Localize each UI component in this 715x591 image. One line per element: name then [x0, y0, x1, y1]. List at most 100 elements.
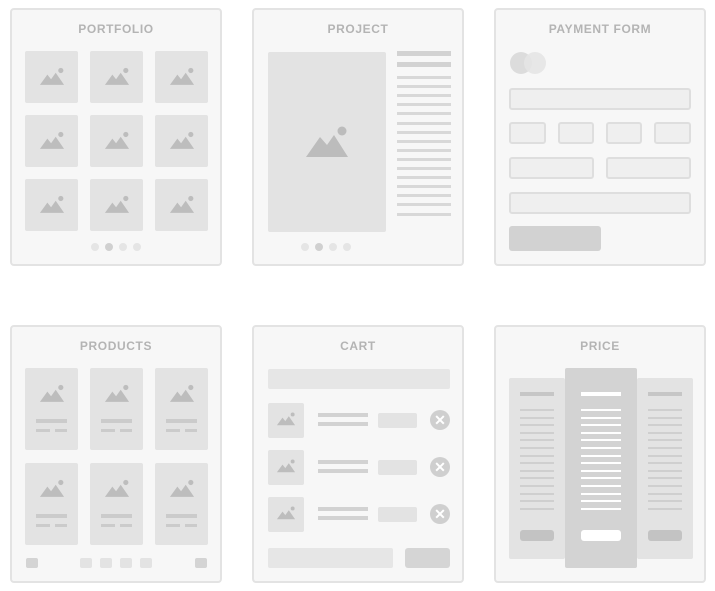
carousel-dot[interactable] — [119, 243, 127, 251]
select-plan-button[interactable] — [520, 530, 554, 541]
quantity-field[interactable] — [378, 413, 417, 428]
product-price-line — [36, 524, 50, 527]
pager-next-button[interactable] — [195, 558, 207, 568]
portfolio-thumbnail[interactable] — [155, 179, 208, 231]
select-plan-button[interactable] — [648, 530, 682, 541]
remove-item-icon[interactable]: ✕ — [430, 504, 450, 524]
text-line — [397, 194, 451, 198]
mountain-image-icon — [306, 126, 348, 157]
mountain-image-icon — [169, 384, 195, 402]
credit-card-circles-icon — [510, 52, 546, 74]
product-tile[interactable] — [90, 368, 143, 450]
cart-item-thumbnail[interactable] — [268, 497, 304, 532]
feature-line — [520, 454, 554, 457]
text-line — [397, 121, 451, 125]
portfolio-thumbnail[interactable] — [25, 115, 78, 167]
feature-line — [581, 507, 621, 510]
mountain-image-icon — [39, 131, 65, 149]
text-line — [397, 157, 451, 161]
card-title: CART — [340, 339, 376, 353]
feature-line — [581, 424, 621, 427]
cart-item-thumbnail[interactable] — [268, 403, 304, 438]
remove-item-icon[interactable]: ✕ — [430, 410, 450, 430]
feature-line — [520, 477, 554, 480]
feature-line — [581, 500, 621, 503]
mountain-image-icon — [104, 67, 130, 85]
product-tile[interactable] — [90, 463, 143, 545]
text-line — [397, 139, 451, 143]
product-price-line — [101, 524, 115, 527]
feature-line — [648, 447, 682, 449]
carousel-dot[interactable] — [315, 243, 323, 251]
pager-page-button[interactable] — [140, 558, 152, 568]
cart-item-thumbnail[interactable] — [268, 450, 304, 485]
pager-page-button[interactable] — [80, 558, 92, 568]
portfolio-thumbnail[interactable] — [155, 115, 208, 167]
feature-line — [520, 439, 554, 442]
text-line — [397, 112, 451, 116]
project-image[interactable] — [268, 52, 386, 232]
feature-line — [648, 462, 682, 465]
mountain-image-icon — [104, 195, 130, 213]
cvc-field[interactable] — [606, 157, 691, 179]
product-tile[interactable] — [155, 463, 208, 545]
feature-line — [581, 469, 621, 472]
feature-line — [520, 485, 554, 487]
feature-line — [581, 439, 621, 442]
portfolio-thumbnail[interactable] — [25, 179, 78, 231]
select-plan-button[interactable] — [581, 530, 621, 541]
feature-line — [520, 507, 554, 510]
carousel-dot[interactable] — [329, 243, 337, 251]
portfolio-thumbnail[interactable] — [90, 51, 143, 103]
text-line — [397, 103, 451, 107]
product-price-line — [166, 524, 180, 527]
product-tile[interactable] — [25, 368, 78, 450]
feature-line — [648, 469, 682, 472]
carousel-dot[interactable] — [133, 243, 141, 251]
feature-line — [520, 409, 554, 411]
feature-line — [581, 485, 621, 487]
product-price-line — [55, 429, 67, 432]
expiry-field[interactable] — [509, 157, 594, 179]
mountain-image-icon — [169, 131, 195, 149]
carousel-dot[interactable] — [301, 243, 309, 251]
checkout-button[interactable] — [405, 548, 450, 568]
portfolio-thumbnail[interactable] — [90, 115, 143, 167]
portfolio-thumbnail[interactable] — [25, 51, 78, 103]
mountain-image-icon — [104, 384, 130, 402]
cart-item-name-line — [318, 516, 368, 520]
card-segment-2-field[interactable] — [558, 122, 594, 144]
carousel-dot[interactable] — [91, 243, 99, 251]
text-line — [397, 85, 451, 89]
quantity-field[interactable] — [378, 460, 417, 475]
mountain-image-icon — [276, 506, 296, 520]
product-price-line — [36, 429, 50, 432]
card-number-field[interactable] — [509, 88, 691, 110]
text-line — [397, 212, 451, 216]
product-name-line — [36, 514, 67, 518]
carousel-dot[interactable] — [105, 243, 113, 251]
card-segment-1-field[interactable] — [509, 122, 546, 144]
portfolio-thumbnail[interactable] — [90, 179, 143, 231]
pager-page-button[interactable] — [120, 558, 132, 568]
pricing-column — [509, 378, 565, 559]
cardholder-name-field[interactable] — [509, 192, 691, 214]
feature-line — [648, 439, 682, 442]
remove-item-icon[interactable]: ✕ — [430, 457, 450, 477]
pager-prev-button[interactable] — [26, 558, 38, 568]
quantity-field[interactable] — [378, 507, 417, 522]
pay-button[interactable] — [509, 226, 601, 251]
portfolio-thumbnail[interactable] — [155, 51, 208, 103]
mountain-image-icon — [276, 412, 296, 426]
product-tile[interactable] — [25, 463, 78, 545]
card-segment-4-field[interactable] — [654, 122, 691, 144]
mountain-image-icon — [276, 459, 296, 473]
card-segment-3-field[interactable] — [606, 122, 642, 144]
carousel-dot[interactable] — [343, 243, 351, 251]
product-tile[interactable] — [155, 368, 208, 450]
pager-page-button[interactable] — [100, 558, 112, 568]
product-name-line — [166, 419, 197, 423]
feature-line — [520, 462, 554, 465]
mountain-image-icon — [104, 479, 130, 497]
feature-line — [520, 424, 554, 427]
